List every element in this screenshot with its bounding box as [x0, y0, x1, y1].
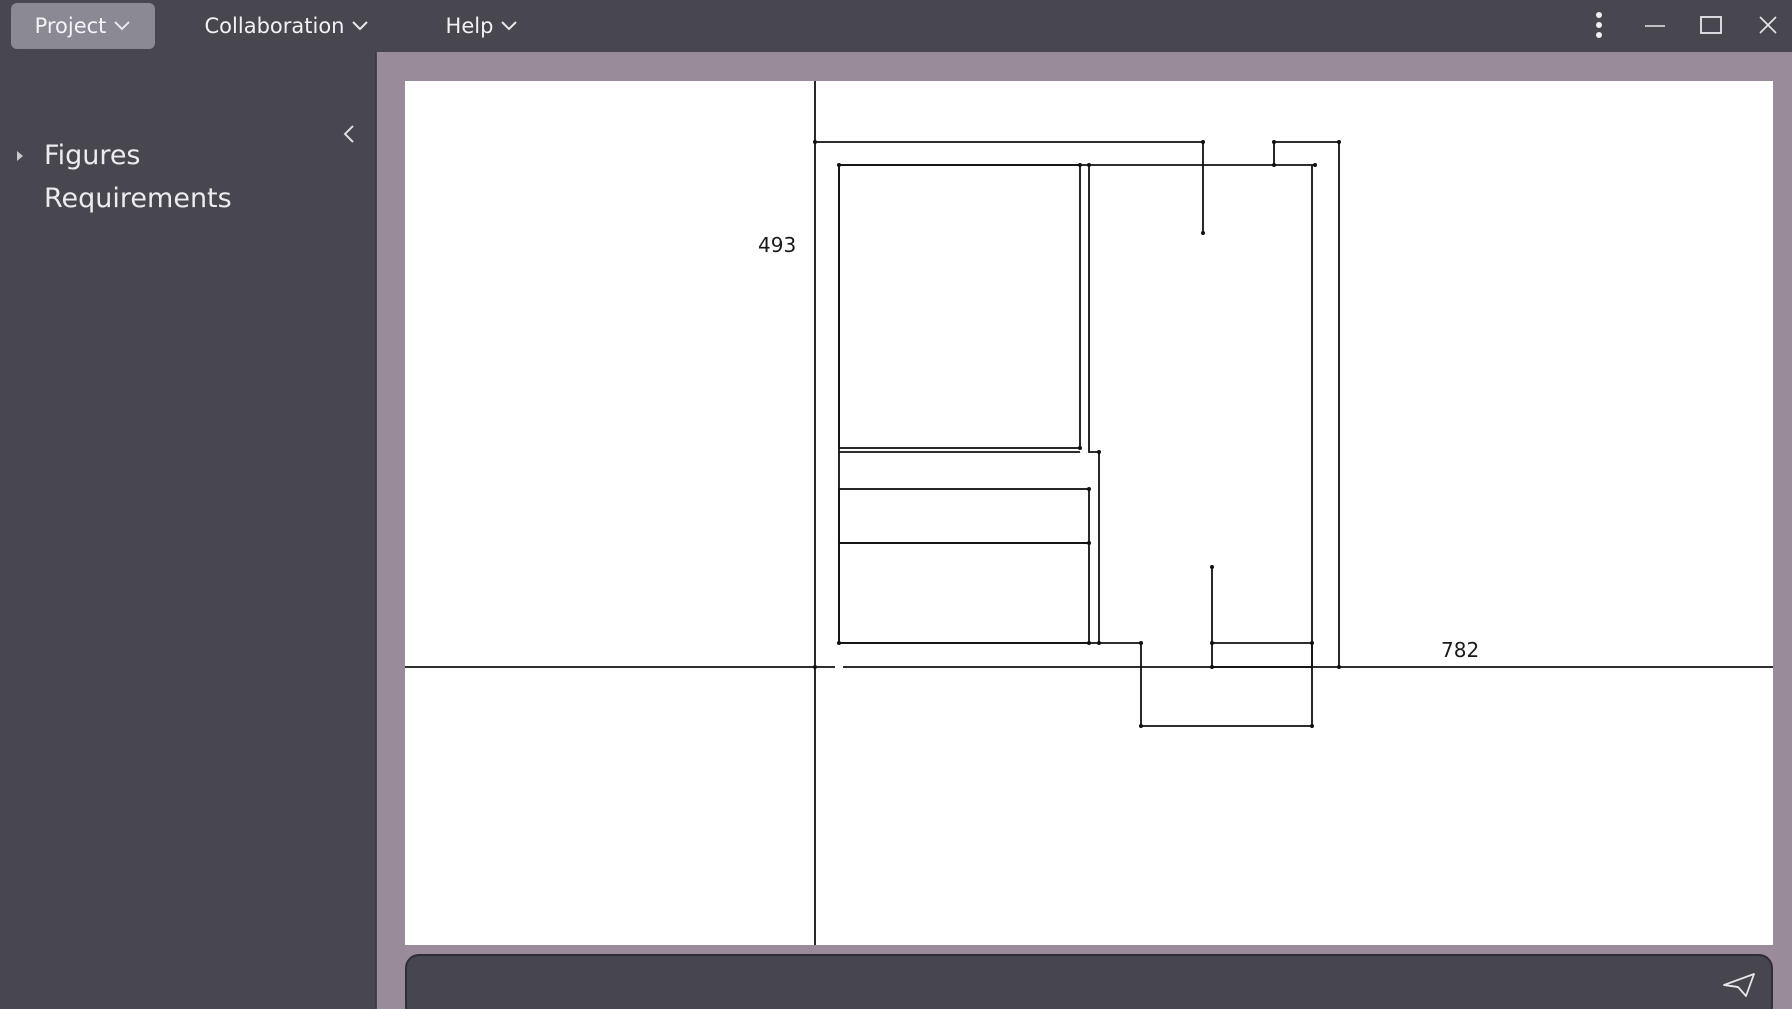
minimize-button[interactable] [1635, 6, 1675, 44]
room-lower-a [838, 488, 1090, 544]
room-lower-b [838, 542, 1090, 644]
maximize-button[interactable] [1691, 6, 1731, 44]
menu-project[interactable]: Project [11, 3, 155, 49]
menu-collaboration[interactable]: Collaboration [196, 3, 378, 49]
outer-wall-right [1273, 141, 1340, 667]
room-upper-left [838, 164, 1081, 449]
chevron-down-icon [501, 21, 518, 31]
menu-help-label: Help [445, 14, 494, 38]
bottom-wall [839, 165, 1313, 727]
inner-wall-top [838, 164, 1315, 929]
chevron-down-icon [352, 21, 369, 31]
tree-item-requirements[interactable]: Requirements [44, 183, 232, 214]
x-axis-label: 782 [1441, 638, 1480, 662]
send-icon [1723, 973, 1755, 997]
chevron-left-icon [343, 125, 354, 143]
y-axis-label: 493 [758, 233, 797, 257]
app-window: Project Collaboration Help Figures Requi… [0, 0, 1792, 1009]
maximize-icon [1700, 16, 1722, 34]
workspace: 493 782 [377, 52, 1792, 1009]
send-button[interactable] [1719, 968, 1759, 1002]
tree-item-figures[interactable]: Figures [44, 140, 141, 171]
chevron-down-icon [114, 21, 131, 31]
menu-bar: Project Collaboration Help [0, 0, 1792, 52]
close-icon [1759, 16, 1777, 34]
collapse-sidebar-button[interactable] [335, 120, 363, 148]
kebab-icon [1596, 12, 1602, 38]
partition-wall [1088, 165, 1100, 643]
menu-help[interactable]: Help [436, 3, 528, 49]
close-button[interactable] [1748, 6, 1788, 44]
stair-rect [1212, 642, 1313, 668]
floor-plan-drawing [405, 81, 1773, 945]
prompt-input[interactable] [405, 954, 1773, 1009]
minimize-icon [1645, 25, 1665, 27]
menu-project-label: Project [34, 14, 107, 38]
outer-wall [815, 141, 1204, 233]
caret-right-icon[interactable] [15, 148, 25, 164]
menu-collaboration-label: Collaboration [204, 14, 345, 38]
more-options-button[interactable] [1579, 6, 1619, 44]
project-sidebar: Figures Requirements [0, 52, 376, 1009]
drawing-canvas[interactable]: 493 782 [405, 81, 1773, 945]
